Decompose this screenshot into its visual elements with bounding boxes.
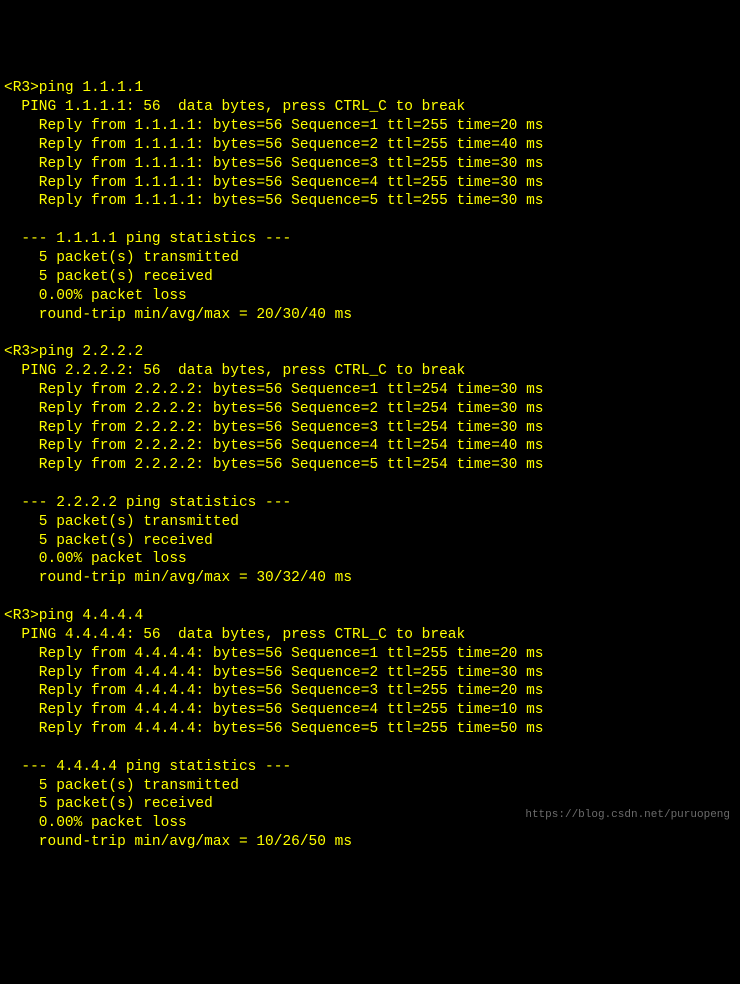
stats-line: 5 packet(s) received	[4, 532, 736, 551]
stats-line: round-trip min/avg/max = 30/32/40 ms	[4, 569, 736, 588]
blank-line	[4, 475, 736, 494]
ping-reply: Reply from 1.1.1.1: bytes=56 Sequence=4 …	[4, 174, 736, 193]
ping-header: PING 4.4.4.4: 56 data bytes, press CTRL_…	[4, 626, 736, 645]
ping-reply: Reply from 1.1.1.1: bytes=56 Sequence=3 …	[4, 155, 736, 174]
stats-header: --- 2.2.2.2 ping statistics ---	[4, 494, 736, 513]
ping-reply: Reply from 1.1.1.1: bytes=56 Sequence=2 …	[4, 136, 736, 155]
ping-reply: Reply from 4.4.4.4: bytes=56 Sequence=4 …	[4, 701, 736, 720]
terminal-output[interactable]: <R3>ping 1.1.1.1 PING 1.1.1.1: 56 data b…	[4, 79, 736, 852]
stats-line: 0.00% packet loss	[4, 550, 736, 569]
ping-header: PING 1.1.1.1: 56 data bytes, press CTRL_…	[4, 98, 736, 117]
stats-line: 0.00% packet loss	[4, 287, 736, 306]
stats-line: 5 packet(s) transmitted	[4, 513, 736, 532]
watermark-text: https://blog.csdn.net/puruopeng	[525, 808, 730, 822]
ping-reply: Reply from 2.2.2.2: bytes=56 Sequence=2 …	[4, 400, 736, 419]
stats-line: 5 packet(s) transmitted	[4, 777, 736, 796]
stats-line: round-trip min/avg/max = 10/26/50 ms	[4, 833, 736, 852]
stats-line: 5 packet(s) received	[4, 268, 736, 287]
ping-reply: Reply from 2.2.2.2: bytes=56 Sequence=3 …	[4, 419, 736, 438]
ping-header: PING 2.2.2.2: 56 data bytes, press CTRL_…	[4, 362, 736, 381]
command-line: <R3>ping 1.1.1.1	[4, 79, 736, 98]
command-line: <R3>ping 2.2.2.2	[4, 343, 736, 362]
ping-reply: Reply from 4.4.4.4: bytes=56 Sequence=1 …	[4, 645, 736, 664]
blank-line	[4, 324, 736, 343]
ping-reply: Reply from 4.4.4.4: bytes=56 Sequence=3 …	[4, 682, 736, 701]
blank-line	[4, 588, 736, 607]
blank-line	[4, 739, 736, 758]
command-line: <R3>ping 4.4.4.4	[4, 607, 736, 626]
ping-reply: Reply from 1.1.1.1: bytes=56 Sequence=5 …	[4, 192, 736, 211]
blank-line	[4, 211, 736, 230]
stats-header: --- 1.1.1.1 ping statistics ---	[4, 230, 736, 249]
ping-reply: Reply from 4.4.4.4: bytes=56 Sequence=2 …	[4, 664, 736, 683]
ping-reply: Reply from 2.2.2.2: bytes=56 Sequence=5 …	[4, 456, 736, 475]
ping-reply: Reply from 4.4.4.4: bytes=56 Sequence=5 …	[4, 720, 736, 739]
ping-reply: Reply from 2.2.2.2: bytes=56 Sequence=4 …	[4, 437, 736, 456]
ping-reply: Reply from 2.2.2.2: bytes=56 Sequence=1 …	[4, 381, 736, 400]
ping-reply: Reply from 1.1.1.1: bytes=56 Sequence=1 …	[4, 117, 736, 136]
stats-header: --- 4.4.4.4 ping statistics ---	[4, 758, 736, 777]
stats-line: round-trip min/avg/max = 20/30/40 ms	[4, 306, 736, 325]
stats-line: 5 packet(s) transmitted	[4, 249, 736, 268]
